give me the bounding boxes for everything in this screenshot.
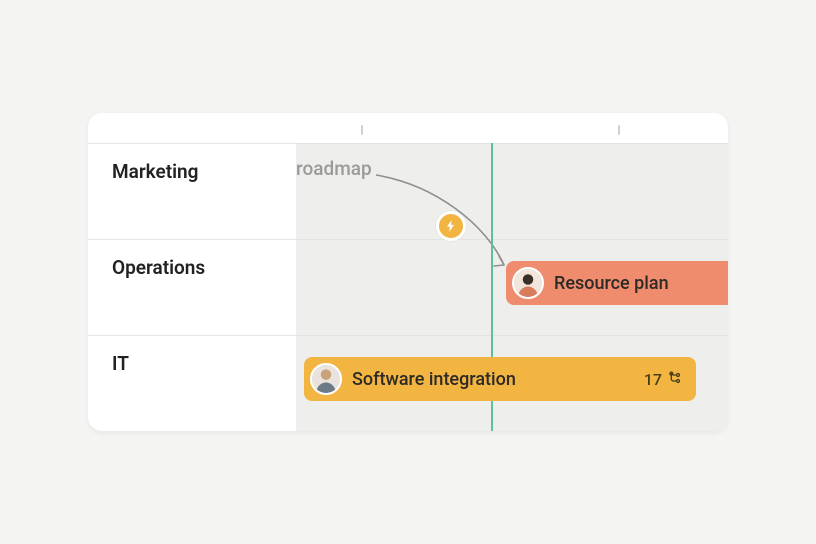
- avatar: [310, 363, 342, 395]
- timeline-grid[interactable]: roadmap Resource plan: [296, 143, 728, 431]
- row-labels-column: Marketing Operations IT: [88, 143, 296, 431]
- timeline-card: Marketing Operations IT roadmap: [88, 113, 728, 431]
- task-bar-resource-plan[interactable]: Resource plan: [506, 261, 728, 305]
- task-title: Resource plan: [554, 273, 669, 294]
- row-divider: [296, 335, 728, 336]
- timeline-ruler: [88, 113, 728, 143]
- task-bar-software-integration[interactable]: Software integration 17: [304, 357, 696, 401]
- ruler-tick: [618, 125, 620, 135]
- automation-bolt-icon[interactable]: [436, 211, 466, 241]
- row-divider: [296, 239, 728, 240]
- ghost-task-label: roadmap: [296, 157, 372, 180]
- subtasks-icon: [668, 371, 684, 387]
- lightning-icon: [444, 219, 458, 233]
- subtask-count-value: 17: [644, 370, 662, 389]
- task-title: Software integration: [352, 369, 516, 390]
- row-label-operations[interactable]: Operations: [88, 239, 296, 335]
- ruler-tick: [361, 125, 363, 135]
- avatar: [512, 267, 544, 299]
- subtask-count[interactable]: 17: [644, 370, 684, 389]
- row-label-it[interactable]: IT: [88, 335, 296, 431]
- row-divider: [296, 143, 728, 144]
- row-label-marketing[interactable]: Marketing: [88, 143, 296, 239]
